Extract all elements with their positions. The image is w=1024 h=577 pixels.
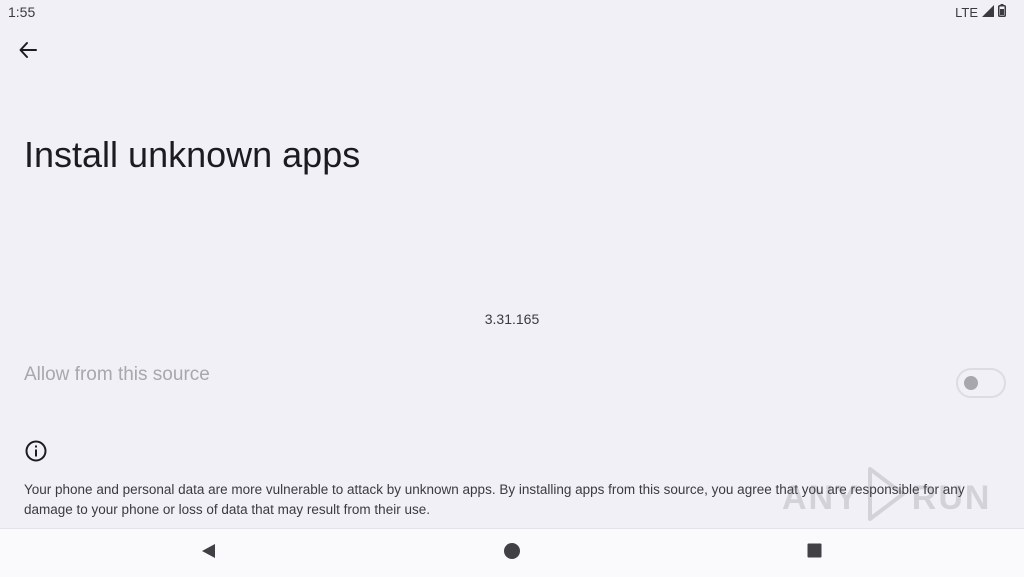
status-indicators: LTE	[955, 4, 1006, 20]
nav-back-button[interactable]	[196, 541, 220, 565]
home-circle-icon	[503, 542, 521, 565]
page-title: Install unknown apps	[24, 134, 361, 175]
recents-square-icon	[807, 543, 822, 563]
battery-icon	[998, 4, 1006, 20]
toggle-knob	[964, 376, 978, 390]
nav-recents-button[interactable]	[802, 541, 826, 565]
allow-from-source-label: Allow from this source	[24, 364, 210, 385]
arrow-left-icon	[19, 41, 37, 64]
warning-text: Your phone and personal data are more vu…	[24, 482, 965, 517]
app-version: 3.31.165	[484, 311, 540, 327]
status-bar: 1:55 LTE	[0, 0, 1024, 24]
back-button[interactable]	[12, 36, 44, 68]
info-icon	[24, 439, 48, 463]
network-type: LTE	[955, 4, 978, 20]
back-triangle-icon	[200, 543, 216, 564]
allow-from-source-toggle[interactable]	[956, 368, 1006, 398]
allow-from-source-row[interactable]: Allow from this source	[0, 350, 1024, 402]
status-time: 1:55	[8, 4, 36, 20]
signal-icon	[982, 4, 994, 20]
nav-home-button[interactable]	[500, 541, 524, 565]
navigation-bar	[0, 528, 1024, 577]
